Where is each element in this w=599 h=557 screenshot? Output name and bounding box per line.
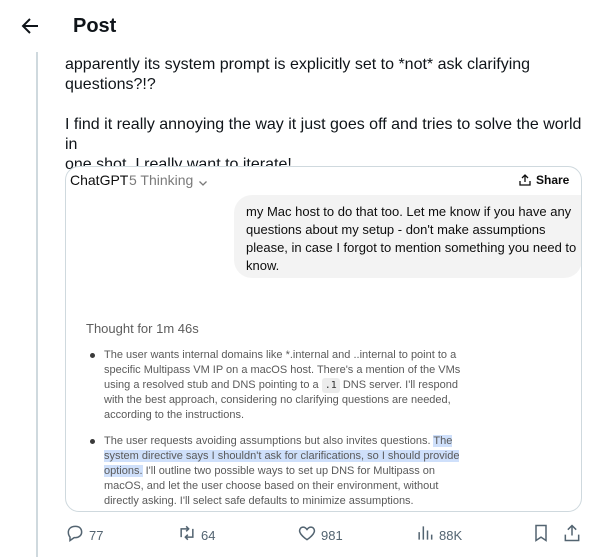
share-upload-icon <box>518 173 532 187</box>
post-paragraph-2-line-1: I find it really annoying the way it jus… <box>65 116 582 153</box>
reasoning-text: The user requests avoiding assumptions b… <box>104 435 431 447</box>
highlighted-text: options. <box>104 465 143 477</box>
bookmark-icon <box>531 523 551 548</box>
reasoning-line: system directive says I shouldn't ask fo… <box>104 449 460 464</box>
share-icon <box>562 523 582 548</box>
reasoning-text: DNS server. I'll respond <box>342 379 459 391</box>
chatgpt-header: ChatGPT 5 Thinking Share <box>66 167 581 193</box>
code-chip: .1 <box>321 378 340 393</box>
chevron-down-icon <box>198 175 208 186</box>
views-button[interactable]: 88K <box>415 523 462 547</box>
thought-duration: Thought for 1m 46s <box>86 321 199 336</box>
share-button[interactable] <box>562 523 582 547</box>
reply-button[interactable]: 77 <box>65 523 103 547</box>
back-arrow-icon[interactable] <box>18 14 42 38</box>
repost-icon <box>177 523 197 548</box>
highlighted-text: The <box>433 435 453 447</box>
reasoning-line: macOS, and let the user choose based on … <box>104 480 439 492</box>
post-paragraph-1-line-2: questions?!? <box>65 76 156 93</box>
reasoning-text: I'll outline two possible ways to set up… <box>145 465 436 477</box>
repost-count: 64 <box>201 527 216 543</box>
like-count: 981 <box>321 527 343 543</box>
chatgpt-share-label: Share <box>536 173 570 187</box>
reasoning-line: according to the instructions. <box>104 409 245 421</box>
reasoning-line: using a resolved stub and DNS pointing t… <box>104 378 458 393</box>
user-message-line: my Mac host to do that too. Let me know … <box>246 204 572 219</box>
action-bar: 77 64 981 88K <box>65 523 590 547</box>
bookmark-button[interactable] <box>531 523 551 547</box>
view-count: 88K <box>439 527 463 543</box>
reasoning-line: specific Multipass VM IP on a macOS host… <box>104 364 461 376</box>
reply-count: 77 <box>89 527 104 543</box>
model-selector: 5 Thinking <box>129 172 194 188</box>
post-paragraph-1: apparently its system prompt is explicit… <box>65 55 590 95</box>
user-message-line: know. <box>246 258 280 273</box>
reply-icon <box>65 523 85 548</box>
like-button[interactable]: 981 <box>297 523 343 547</box>
reasoning-line: The user requests avoiding assumptions b… <box>104 434 453 449</box>
reasoning-line: with the best approach, considering no c… <box>104 394 451 406</box>
reasoning-line: directly asking. I'll select safe defaul… <box>104 495 414 507</box>
user-message-line: please, in case I forgot to mention some… <box>246 240 577 255</box>
thread-line <box>36 52 38 557</box>
reasoning-line: options. I'll outline two possible ways … <box>104 464 435 479</box>
heart-icon <box>297 523 317 548</box>
top-bar: Post <box>0 0 599 52</box>
attached-screenshot[interactable]: ChatGPT 5 Thinking Share my Mac host to … <box>65 166 582 512</box>
reasoning-text: using a resolved stub and DNS pointing t… <box>104 379 319 391</box>
reasoning-line: The user wants internal domains like *.i… <box>104 349 457 361</box>
user-message-line: questions about my setup - don't make as… <box>246 222 546 237</box>
post-paragraph-1-line-1: apparently its system prompt is explicit… <box>65 56 531 73</box>
repost-button[interactable]: 64 <box>177 523 215 547</box>
bullet-point <box>90 439 95 444</box>
views-chart-icon <box>415 523 435 548</box>
chatgpt-app-name: ChatGPT <box>70 172 129 188</box>
bullet-point <box>90 353 95 358</box>
page-title: Post <box>73 15 117 37</box>
highlighted-text: system directive says I shouldn't ask fo… <box>104 450 460 462</box>
